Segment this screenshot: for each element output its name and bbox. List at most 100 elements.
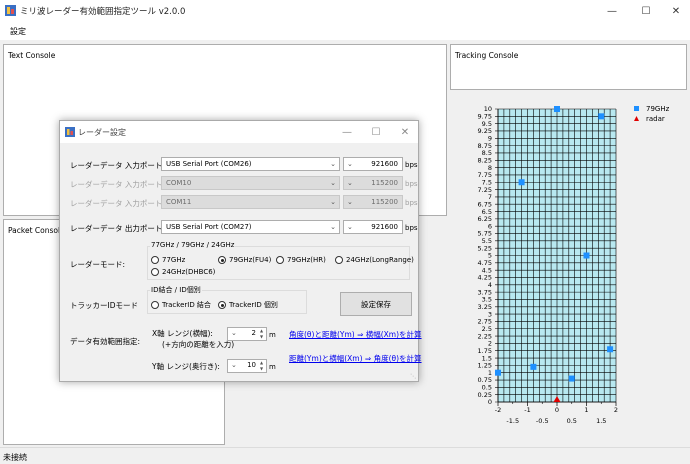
y-tick-label: 8.75 xyxy=(478,142,492,150)
radio-circle xyxy=(335,256,343,264)
dialog-maximize-button[interactable]: ☐ xyxy=(361,121,391,143)
radio-circle xyxy=(276,256,284,264)
app-icon xyxy=(5,5,16,16)
radio-circle xyxy=(151,268,159,276)
spin-arrows-icon[interactable]: ▲ ▼ xyxy=(258,328,265,340)
radio-79ghz-hr-label: 79GHz(HR) xyxy=(287,256,326,264)
calc-width-link[interactable]: 角度(θ)と距離(Ym) ⇒ 横幅(Xm)を計算 xyxy=(289,329,422,340)
radio-24ghz-longrange[interactable]: 24GHz(LongRange) xyxy=(335,256,414,264)
y-range-stepper[interactable]: ⌄ 10 ▲ ▼ xyxy=(227,359,267,373)
dialog-title-bar: レーダー設定 — ☐ ✕ xyxy=(60,121,418,143)
status-text: 未接続 xyxy=(3,453,27,462)
y-tick-label: 7.75 xyxy=(478,171,492,179)
output-baud-value: 921600 xyxy=(371,223,398,231)
packet-console-title: Packet Console xyxy=(8,226,65,235)
close-button[interactable]: ✕ xyxy=(660,0,690,22)
y-tick-label: 3.75 xyxy=(478,288,492,296)
output-baud-unit: bps xyxy=(405,224,418,232)
y-tick-label: 1.5 xyxy=(482,354,492,362)
tracking-console-panel: Tracking Console xyxy=(450,44,687,90)
data-point-79ghz[interactable] xyxy=(583,252,590,259)
x-range-stepper[interactable]: ⌄ 2 ▲ ▼ xyxy=(227,327,267,341)
radio-77ghz-label: 77GHz xyxy=(162,256,186,264)
input-port-value: USB Serial Port (COM26) xyxy=(166,160,252,168)
output-port-select[interactable]: USB Serial Port (COM27) ⌄ xyxy=(161,220,340,234)
data-point-79ghz[interactable] xyxy=(495,369,501,376)
input-baud-select[interactable]: ⌄ 921600 xyxy=(343,157,403,171)
y-tick-label: 8.25 xyxy=(478,156,492,164)
resize-grip-icon[interactable]: ⋱ xyxy=(410,373,416,380)
chevron-down-icon: ⌄ xyxy=(347,198,353,206)
radio-24ghz-longrange-label: 24GHz(LongRange) xyxy=(346,256,414,264)
input-port-c-label: レーダーデータ 入力ポートC: xyxy=(70,199,171,208)
minimize-button[interactable]: — xyxy=(596,0,628,22)
y-tick-label: 4.75 xyxy=(478,259,492,267)
radio-circle xyxy=(151,256,159,264)
y-tick-label: 4 xyxy=(488,281,492,289)
radio-24ghz-dhbc6[interactable]: 24GHz(DHBC6) xyxy=(151,268,215,276)
y-tick-label: 4.25 xyxy=(478,274,492,282)
y-tick-label: 1 xyxy=(488,369,492,377)
radio-79ghz-hr[interactable]: 79GHz(HR) xyxy=(276,256,326,264)
radio-circle xyxy=(151,301,159,309)
data-point-79ghz[interactable] xyxy=(568,375,575,382)
dialog-title: レーダー設定 xyxy=(78,128,126,137)
y-tick-label: 6.25 xyxy=(478,215,492,223)
legend-swatch-radar xyxy=(634,116,639,121)
y-tick-label: 6 xyxy=(488,222,492,230)
menu-settings[interactable]: 設定 xyxy=(10,26,26,37)
chevron-down-icon: ⌄ xyxy=(347,179,353,187)
x-range-hint: (+方向の距離を入力) xyxy=(162,340,235,349)
y-tick-label: 5.5 xyxy=(482,237,492,245)
chevron-down-icon: ⌄ xyxy=(347,160,353,168)
legend-label: radar xyxy=(646,115,665,123)
data-point-79ghz[interactable] xyxy=(530,363,537,370)
y-tick-label: 0 xyxy=(488,398,492,406)
y-tick-label: 0.75 xyxy=(478,376,492,384)
radio-79ghz-fu4[interactable]: 79GHz(FU4) xyxy=(218,256,271,264)
chevron-down-icon: ⌄ xyxy=(330,198,336,206)
input-c-baud-select[interactable]: ⌄ 115200 xyxy=(343,195,403,209)
x-minor-tick-label: 1.5 xyxy=(596,417,606,425)
spin-arrows-icon[interactable]: ▲ ▼ xyxy=(258,360,265,372)
y-tick-label: 3.25 xyxy=(478,303,492,311)
dialog-close-button[interactable]: ✕ xyxy=(390,121,420,143)
maximize-button[interactable]: ☐ xyxy=(630,0,662,22)
y-tick-label: 8.5 xyxy=(482,149,492,157)
tracking-chart: 00.250.50.7511.251.51.7522.252.52.7533.2… xyxy=(478,105,670,425)
y-tick-label: 10 xyxy=(484,105,492,113)
radio-tracker-individual-label: TrackerID 個別 xyxy=(229,301,278,309)
output-port-value: USB Serial Port (COM27) xyxy=(166,223,252,231)
input-port-b-select[interactable]: COM10 ⌄ xyxy=(161,176,340,190)
legend-label: 79GHz xyxy=(646,105,670,113)
input-port-c-select[interactable]: COM11 ⌄ xyxy=(161,195,340,209)
x-tick-label: -1 xyxy=(524,406,530,414)
y-tick-label: 5.75 xyxy=(478,230,492,238)
input-baud-value: 921600 xyxy=(371,160,398,168)
calc-angle-link[interactable]: 距離(Ym)と横幅(Xm) ⇒ 角度(θ)を計算 xyxy=(289,353,422,364)
radio-tracker-individual[interactable]: TrackerID 個別 xyxy=(218,300,278,310)
data-point-79ghz[interactable] xyxy=(607,346,614,353)
dialog-minimize-button[interactable]: — xyxy=(332,121,362,143)
chevron-down-icon: ⌄ xyxy=(231,361,237,369)
y-tick-label: 8 xyxy=(488,164,492,172)
chevron-down-icon: ⌄ xyxy=(347,223,353,231)
input-c-baud-value: 115200 xyxy=(371,198,398,206)
input-b-baud-select[interactable]: ⌄ 115200 xyxy=(343,176,403,190)
input-b-baud-unit: bps xyxy=(405,180,418,188)
data-point-79ghz[interactable] xyxy=(598,113,605,120)
x-tick-label: 0 xyxy=(555,406,559,414)
input-port-b-value: COM10 xyxy=(166,179,192,187)
x-minor-tick-label: -1.5 xyxy=(506,417,519,425)
output-baud-select[interactable]: ⌄ 921600 xyxy=(343,220,403,234)
input-port-select[interactable]: USB Serial Port (COM26) ⌄ xyxy=(161,157,340,171)
save-settings-button[interactable]: 設定保存 xyxy=(340,292,412,316)
data-point-79ghz[interactable] xyxy=(554,106,560,112)
y-tick-label: 2.75 xyxy=(478,318,492,326)
radio-tracker-combined[interactable]: TrackerID 結合 xyxy=(151,300,211,310)
y-tick-label: 6.5 xyxy=(482,208,492,216)
radio-77ghz[interactable]: 77GHz xyxy=(151,256,185,264)
data-point-79ghz[interactable] xyxy=(518,179,525,186)
tracker-mode-label: トラッカーIDモード xyxy=(70,301,138,310)
radio-circle-selected xyxy=(218,301,226,309)
